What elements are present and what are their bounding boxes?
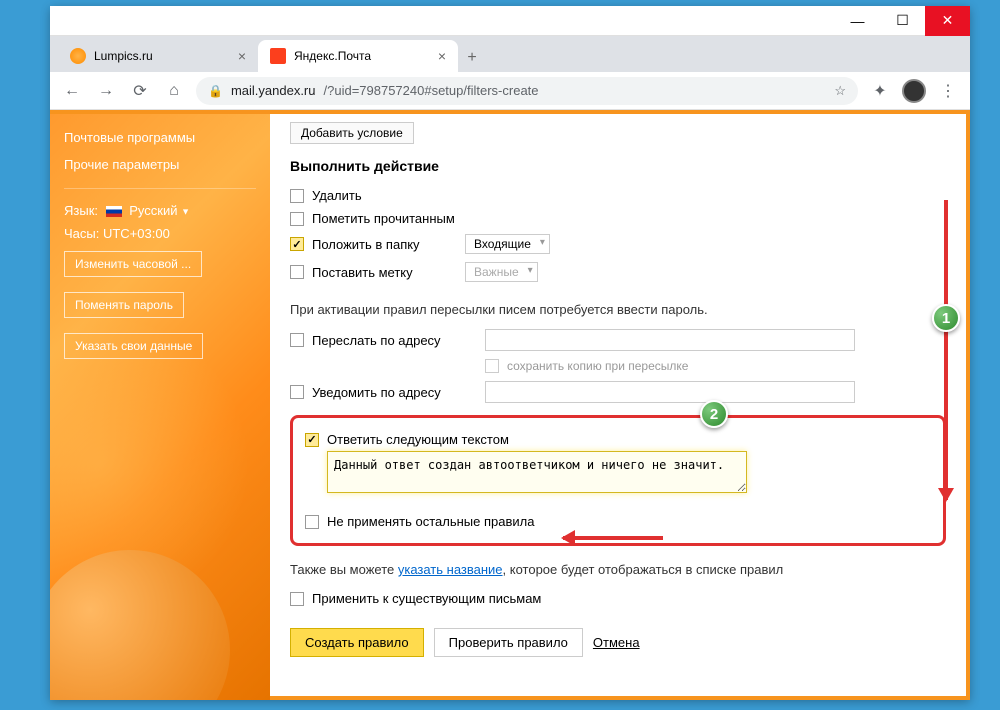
forward-button[interactable]: → [94,79,118,103]
badge-1: 1 [932,304,960,332]
badge-2: 2 [700,400,728,428]
action-mark-read: Пометить прочитанным [290,207,946,230]
page-content: Почтовые программы Прочие параметры Язык… [50,110,970,700]
checkbox-mark-read[interactable] [290,212,304,226]
url-path: /?uid=798757240#setup/filters-create [324,83,539,98]
minimize-button[interactable]: — [835,6,880,36]
also-text: Также вы можете указать название, которо… [290,562,946,577]
close-button[interactable]: ✕ [925,6,970,36]
forward-address-input[interactable] [485,329,855,351]
footer-buttons: Создать правило Проверить правило Отмена [290,628,946,657]
menu-button[interactable]: ⋮ [936,79,960,103]
tab-yandex-mail[interactable]: Яндекс.Почта × [258,40,458,72]
check-rule-button[interactable]: Проверить правило [434,628,583,657]
scroll-arrow-annotation [944,200,948,500]
reload-button[interactable]: ⟳ [128,79,152,103]
browser-window: — ☐ ✕ Lumpics.ru × Яндекс.Почта × + ← → … [50,6,970,700]
action-put-folder: Положить в папку Входящие [290,230,946,258]
tab-lumpics[interactable]: Lumpics.ru × [58,40,258,72]
language-selector[interactable]: Язык: Русский ▼ [64,199,256,222]
favicon-icon [270,48,286,64]
back-button[interactable]: ← [60,79,84,103]
url-box[interactable]: 🔒 mail.yandex.ru /?uid=798757240#setup/fi… [196,77,858,105]
add-condition-button[interactable]: Добавить условие [290,122,414,144]
cancel-link[interactable]: Отмена [593,635,640,650]
checkbox-set-label[interactable] [290,265,304,279]
action-set-label: Поставить метку Важные [290,258,946,286]
edit-data-button[interactable]: Указать свои данные [64,333,203,359]
action-forward: Переслать по адресу [290,325,946,355]
reply-text-input[interactable] [327,451,747,493]
checkbox-stop-rules[interactable] [305,515,319,529]
action-stop-rules: Не применять остальные правила [305,510,931,533]
titlebar: — ☐ ✕ [50,6,970,36]
tab-title: Lumpics.ru [94,49,153,63]
change-timezone-button[interactable]: Изменить часовой ... [64,251,202,277]
highlight-annotation: 2 Ответить следующим текстом Не применят… [290,415,946,546]
change-password-button[interactable]: Поменять пароль [64,292,184,318]
set-name-link[interactable]: указать название [398,562,503,577]
divider [64,188,256,189]
section-title-action: Выполнить действие [290,158,946,174]
folder-select[interactable]: Входящие [465,234,550,254]
apply-existing: Применить к существующим письмам [290,587,946,610]
close-icon[interactable]: × [238,48,246,64]
label-select[interactable]: Важные [465,262,538,282]
checkbox-delete[interactable] [290,189,304,203]
sidebar-item-mail-programs[interactable]: Почтовые программы [64,124,256,151]
home-button[interactable]: ⌂ [162,79,186,103]
flag-icon [106,206,122,217]
settings-sidebar: Почтовые программы Прочие параметры Язык… [50,114,270,700]
checkbox-notify[interactable] [290,385,304,399]
tab-bar: Lumpics.ru × Яндекс.Почта × + [50,36,970,72]
bookmark-icon[interactable]: ☆ [834,83,846,99]
action-reply-text: Ответить следующим текстом [305,428,931,451]
address-bar: ← → ⟳ ⌂ 🔒 mail.yandex.ru /?uid=798757240#… [50,72,970,110]
create-rule-button[interactable]: Создать правило [290,628,424,657]
notify-address-input[interactable] [485,381,855,403]
forward-hint: При активации правил пересылки писем пот… [290,302,946,317]
timezone-label: Часы: UTC+03:00 [64,222,256,245]
arrow-annotation [563,536,663,540]
lock-icon: 🔒 [208,84,223,98]
action-delete: Удалить [290,184,946,207]
profile-avatar[interactable] [902,79,926,103]
close-icon[interactable]: × [438,48,446,64]
favicon-icon [70,48,86,64]
checkbox-put-folder[interactable] [290,237,304,251]
new-tab-button[interactable]: + [458,44,486,72]
sidebar-item-other-params[interactable]: Прочие параметры [64,151,256,178]
checkbox-reply-text[interactable] [305,433,319,447]
url-host: mail.yandex.ru [231,83,316,98]
tab-title: Яндекс.Почта [294,49,371,63]
action-notify: Уведомить по адресу [290,377,946,407]
checkbox-forward[interactable] [290,333,304,347]
main-panel: Добавить условие Выполнить действие Удал… [270,114,970,700]
save-copy-row: сохранить копию при пересылке [290,355,946,377]
maximize-button[interactable]: ☐ [880,6,925,36]
checkbox-apply-existing[interactable] [290,592,304,606]
checkbox-save-copy[interactable] [485,359,499,373]
chevron-down-icon: ▼ [181,207,190,217]
extensions-button[interactable]: ✦ [868,79,892,103]
